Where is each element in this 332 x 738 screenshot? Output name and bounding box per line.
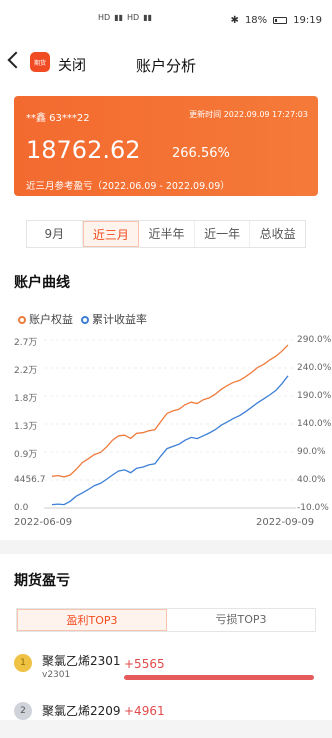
y-right-tick: 190.0% bbox=[297, 391, 332, 401]
y-left-tick: 2.2万 bbox=[14, 366, 38, 376]
account-id: **鑫 63***22 bbox=[26, 113, 90, 124]
product-name: 聚氯乙烯2209 bbox=[42, 704, 121, 718]
tab-total[interactable]: 总收益 bbox=[250, 221, 305, 247]
bluetooth-icon: ✱ bbox=[230, 15, 239, 26]
curve-title: 账户曲线 bbox=[14, 275, 70, 291]
product-name: 聚氯乙烯2301 bbox=[42, 654, 121, 668]
gold-medal-icon: 1 bbox=[14, 654, 32, 672]
update-time: 更新时间 2022.09.09 17:27:03 bbox=[189, 110, 308, 119]
profit-value: +4961 bbox=[124, 704, 165, 718]
signal-icon: ▮▮ bbox=[114, 13, 123, 22]
legend-equity[interactable]: 账户权益 bbox=[18, 311, 73, 327]
battery-icon bbox=[273, 17, 288, 24]
return-series-line bbox=[51, 375, 289, 506]
chart-legend: 账户权益 累计收益率 bbox=[18, 311, 147, 327]
account-curve-chart bbox=[44, 339, 296, 509]
legend-equity-label: 账户权益 bbox=[29, 313, 73, 326]
nav-bar: 期货 关闭 账户分析 bbox=[0, 32, 332, 92]
summary-card: **鑫 63***22 更新时间 2022.09.09 17:27:03 187… bbox=[14, 96, 318, 196]
product-code: v2301 bbox=[42, 670, 71, 680]
legend-return-label: 累计收益率 bbox=[92, 313, 147, 326]
hd-icon: HD bbox=[127, 13, 140, 22]
profit-value: +5565 bbox=[124, 657, 165, 671]
tab-loss-top3[interactable]: 亏损TOP3 bbox=[167, 609, 315, 631]
return-dot-icon bbox=[81, 316, 89, 324]
y-right-tick: -10.0% bbox=[297, 503, 329, 513]
tab-profit-top3[interactable]: 盈利TOP3 bbox=[17, 609, 167, 631]
tab-one-year[interactable]: 近一年 bbox=[195, 221, 251, 247]
y-right-tick: 240.0% bbox=[297, 363, 332, 373]
y-left-tick: 0.9万 bbox=[14, 450, 38, 460]
tab-half-year[interactable]: 近半年 bbox=[139, 221, 195, 247]
futures-title: 期货盈亏 bbox=[14, 573, 70, 589]
status-bar: HD ▮▮ HD ▮▮ ✱ 18% 19:19 bbox=[0, 0, 332, 32]
y-left-tick: 2.7万 bbox=[14, 338, 38, 348]
legend-return[interactable]: 累计收益率 bbox=[81, 311, 147, 327]
x-start-label: 2022-06-09 bbox=[14, 517, 73, 528]
list-item[interactable]: 2 聚氯乙烯2209 +4961 bbox=[0, 698, 332, 738]
y-right-tick: 40.0% bbox=[297, 475, 326, 485]
clock: 19:19 bbox=[293, 15, 322, 26]
x-end-label: 2022-09-09 bbox=[256, 517, 315, 528]
y-left-tick: 1.8万 bbox=[14, 394, 38, 404]
signal-icon: ▮▮ bbox=[143, 13, 152, 22]
page-title: 账户分析 bbox=[135, 57, 196, 75]
battery-percent: 18% bbox=[244, 15, 268, 26]
y-left-tick: 1.3万 bbox=[14, 422, 38, 432]
silver-medal-icon: 2 bbox=[14, 702, 32, 720]
profit-value: 18762.62 bbox=[26, 136, 141, 164]
range-text: 近三月参考盈亏（2022.06.09 - 2022.09.09） bbox=[26, 181, 230, 192]
equity-dot-icon bbox=[18, 316, 26, 324]
tab-september[interactable]: 9月 bbox=[27, 221, 83, 247]
y-right-tick: 140.0% bbox=[297, 419, 332, 429]
pl-tabs: 盈利TOP3 亏损TOP3 bbox=[16, 608, 316, 632]
return-percent: 266.56% bbox=[172, 146, 230, 161]
period-tabs: 9月 近三月 近半年 近一年 总收益 bbox=[26, 220, 306, 248]
list-item[interactable]: 1 聚氯乙烯2301 v2301 +5565 bbox=[0, 648, 332, 688]
y-right-tick: 90.0% bbox=[297, 447, 326, 457]
profit-bar bbox=[124, 675, 314, 680]
equity-series-line bbox=[51, 344, 289, 478]
y-left-tick: 4456.7 bbox=[14, 475, 46, 485]
tab-three-months[interactable]: 近三月 bbox=[82, 221, 140, 247]
y-right-tick: 290.0% bbox=[297, 335, 332, 345]
y-left-tick: 0.0 bbox=[14, 503, 29, 513]
hd-icon: HD bbox=[98, 13, 111, 22]
